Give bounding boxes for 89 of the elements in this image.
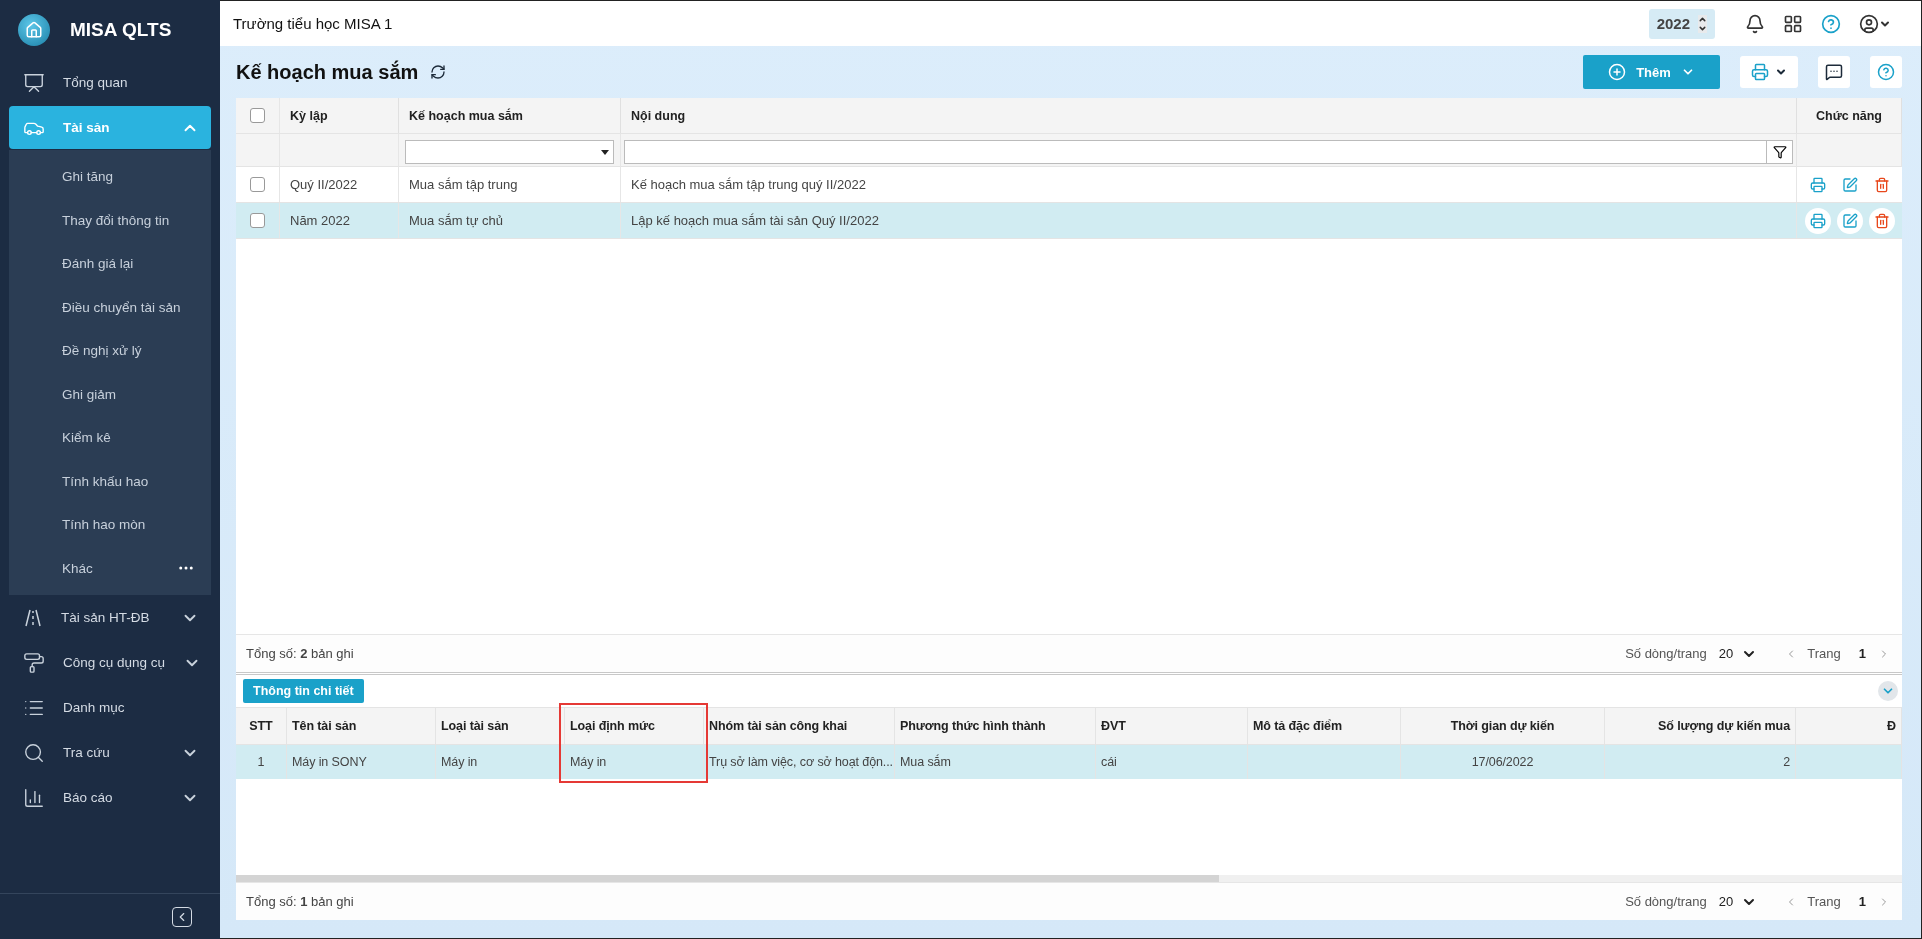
printer-icon <box>1751 63 1769 81</box>
table-cell: Lập kế hoạch mua sắm tài sản Quý II/2022 <box>621 203 1797 238</box>
help-icon[interactable] <box>1821 13 1841 34</box>
filter-dropdown[interactable] <box>405 140 614 164</box>
page-number: 1 <box>1858 894 1866 909</box>
column-header: Kỳ lập <box>280 98 399 133</box>
print-menu-button[interactable] <box>1740 56 1798 88</box>
select-all-checkbox[interactable] <box>250 108 265 123</box>
table-cell: Mua sắm tập trung <box>399 167 621 202</box>
printer-icon <box>1809 212 1826 229</box>
table-row[interactable]: Năm 2022 Mua sắm tự chủ Lập kế hoạch mua sắm tài sản Quý II/2022 <box>236 203 1902 239</box>
refresh-icon[interactable] <box>430 64 447 80</box>
sidebar-item[interactable]: Công cụ dụng cụ <box>9 641 211 684</box>
submenu-item[interactable]: Khác <box>62 560 177 576</box>
logo-icon <box>18 14 50 46</box>
table-row[interactable]: 1 Máy in SONY Máy in Máy in Trụ sở làm việc, cơ sở hoạt độn... Mua sắm cái 17/06/2022 2 <box>236 744 1902 779</box>
record-count: Tổng số: 1 bản ghi <box>246 894 355 909</box>
table-cell: 2 <box>1783 755 1790 769</box>
search-icon <box>23 741 45 764</box>
bar-chart-icon <box>23 786 45 809</box>
submenu-item[interactable]: Ghi tăng <box>62 169 195 185</box>
table-cell: Trụ sở làm việc, cơ sở hoạt độn... <box>709 755 893 769</box>
road-icon <box>23 607 43 628</box>
table-cell: 17/06/2022 <box>1471 755 1534 769</box>
bell-icon[interactable] <box>1745 13 1765 34</box>
edit-button[interactable] <box>1836 207 1863 234</box>
table-cell: Máy in SONY <box>292 755 367 769</box>
presentation-icon <box>23 71 45 94</box>
table-cell: Mua sắm tự chủ <box>399 203 621 238</box>
user-icon <box>1859 13 1879 34</box>
rows-per-page-label: Số dòng/trang <box>1625 646 1707 661</box>
page-title: Kế hoạch mua sắm <box>236 60 419 84</box>
edit-icon <box>1841 212 1858 229</box>
collapse-sidebar-button[interactable] <box>172 906 192 927</box>
grid-icon[interactable] <box>1783 13 1803 34</box>
app-name: MISA QLTS <box>70 19 172 41</box>
submenu-item[interactable]: Tính khấu hao <box>62 473 195 489</box>
sidebar-item[interactable]: Tra cứu <box>9 731 211 774</box>
sidebar-item[interactable]: Tổng quan <box>9 61 211 104</box>
table-cell: cái <box>1101 755 1117 769</box>
page-label: Trang <box>1807 646 1841 661</box>
delete-button[interactable] <box>1868 207 1895 234</box>
page-label: Trang <box>1807 894 1841 909</box>
submenu-item[interactable]: Kiểm kê <box>62 430 195 446</box>
school-name: Trường tiểu học MISA 1 <box>233 15 394 32</box>
sidebar-item[interactable]: Tài sản HT-ĐB <box>9 596 211 639</box>
page-number: 1 <box>1858 646 1866 661</box>
submenu-item[interactable]: Thay đổi thông tin <box>62 212 195 228</box>
submenu-item[interactable]: Đánh giá lại <box>62 256 195 272</box>
record-count: Tổng số: 2 bản ghi <box>246 646 355 661</box>
rows-per-page-label: Số dòng/trang <box>1625 894 1707 909</box>
page-size-select[interactable]: 20 <box>1718 645 1758 662</box>
trash-icon <box>1873 212 1890 229</box>
submenu-item[interactable]: Đề nghị xử lý <box>62 343 195 359</box>
sidebar-item[interactable]: Danh mục <box>9 686 211 729</box>
table-cell: Quý II/2022 <box>280 167 399 202</box>
column-header: Nội dung <box>621 98 1797 133</box>
paint-roller-icon <box>23 651 45 674</box>
trash-icon <box>1873 176 1890 193</box>
table-cell: 1 <box>257 755 265 769</box>
table-cell: Máy in <box>570 755 607 769</box>
table-row[interactable]: Quý II/2022 Mua sắm tập trung Kế hoạch mua sắm tập trung quý II/2022 <box>236 167 1902 203</box>
table-cell: Mua sắm <box>900 755 951 769</box>
submenu-item[interactable]: Điều chuyển tài sản <box>62 299 195 315</box>
table-cell: Năm 2022 <box>280 203 399 238</box>
column-header: Kế hoạch mua sắm <box>399 98 621 133</box>
page-size-select[interactable]: 20 <box>1718 893 1758 910</box>
horizontal-scrollbar[interactable] <box>236 875 1902 882</box>
edit-icon <box>1841 176 1858 193</box>
table-cell: Kế hoạch mua sắm tập trung quý II/2022 <box>621 167 1797 202</box>
sidebar-item[interactable]: Báo cáo <box>9 776 211 819</box>
submenu-item[interactable]: Tính hao mòn <box>62 517 195 533</box>
plus-icon <box>1608 63 1627 81</box>
submenu-item[interactable]: Ghi giảm <box>62 386 195 402</box>
column-header: Chức năng <box>1797 98 1902 133</box>
filter-field[interactable] <box>624 140 1767 164</box>
row-checkbox[interactable] <box>250 177 265 192</box>
chat-icon[interactable] <box>1818 56 1850 88</box>
collapse-button[interactable] <box>1878 681 1898 701</box>
filter-button[interactable] <box>1767 140 1793 164</box>
filter-icon <box>1772 145 1787 159</box>
row-checkbox[interactable] <box>250 213 265 228</box>
caret-icon <box>601 149 609 155</box>
user-menu-button[interactable] <box>1859 13 1891 34</box>
help-icon[interactable] <box>1870 56 1902 88</box>
print-button[interactable] <box>1804 207 1831 234</box>
year-picker[interactable]: 2022 <box>1648 8 1715 39</box>
table-cell: Máy in <box>441 755 478 769</box>
printer-icon <box>1809 176 1826 193</box>
